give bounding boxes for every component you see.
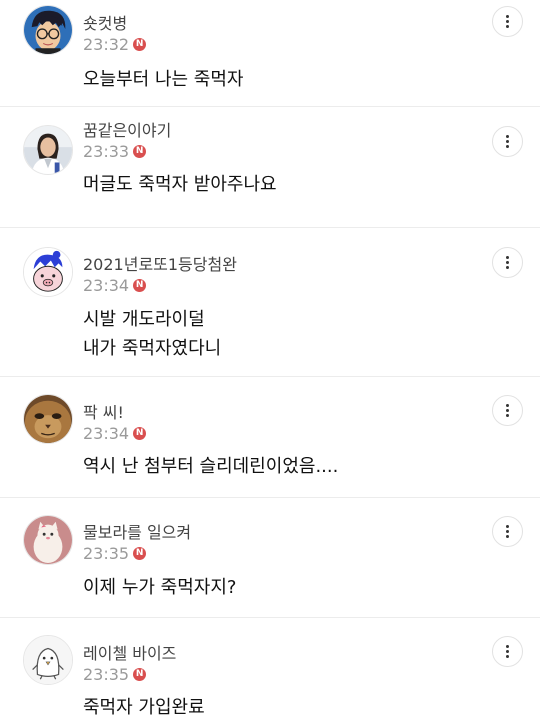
- more-options-button[interactable]: [492, 395, 523, 426]
- more-options-button[interactable]: [492, 247, 523, 278]
- white-cat-plush-avatar-icon: [24, 516, 72, 564]
- comment-time: 23:34: [83, 423, 130, 443]
- comment-author[interactable]: 물보라를 일으켜: [83, 519, 191, 543]
- ellipsis-dot: [506, 414, 509, 417]
- comment-time: 23:34: [83, 275, 130, 295]
- comment-text: 머글도 죽먹자 받아주나요: [83, 174, 277, 195]
- ellipsis-dot: [506, 266, 509, 269]
- ellipsis-dot: [506, 650, 509, 653]
- comment-meta: 23:32 N: [83, 34, 147, 54]
- comment-text: 죽먹자 가입완료: [83, 697, 205, 718]
- comment-text: 오늘부터 나는 죽먹자: [83, 69, 244, 90]
- ellipsis-dot: [506, 140, 509, 143]
- ellipsis-dot: [506, 25, 509, 28]
- user-avatar[interactable]: [23, 394, 73, 444]
- comment-text: 이제 누가 죽먹자지?: [83, 577, 237, 598]
- ellipsis-dot: [506, 20, 509, 23]
- comment-meta: 23:34 N: [83, 275, 147, 295]
- comment-item: 레이첼 바이즈 23:35 N 죽먹자 가입완료: [0, 618, 540, 725]
- new-badge-icon: N: [133, 144, 147, 158]
- user-avatar[interactable]: [23, 247, 73, 297]
- more-options-button[interactable]: [492, 6, 523, 37]
- vertical-ellipsis-icon: [506, 256, 509, 259]
- ellipsis-dot: [506, 261, 509, 264]
- ellipsis-dot: [506, 530, 509, 533]
- comment-text: 시발 개도라이덜 내가 죽먹자였다니: [83, 309, 222, 359]
- ellipsis-dot: [506, 409, 509, 412]
- comment-author[interactable]: 레이첼 바이즈: [83, 640, 176, 664]
- ellipsis-dot: [506, 655, 509, 658]
- comment-time: 23:32: [83, 34, 130, 54]
- vertical-ellipsis-icon: [506, 135, 509, 138]
- new-badge-icon: N: [133, 278, 147, 292]
- woman-photo-avatar-icon: [24, 126, 72, 174]
- user-avatar[interactable]: [23, 5, 73, 55]
- new-badge-icon: N: [133, 546, 147, 560]
- comment-author[interactable]: 팍 씨!: [83, 399, 124, 423]
- new-badge-icon: N: [133, 667, 147, 681]
- comment-item: 숏컷병 23:32 N 오늘부터 나는 죽먹자: [0, 0, 540, 107]
- user-avatar[interactable]: [23, 515, 73, 565]
- vertical-ellipsis-icon: [506, 645, 509, 648]
- comment-meta: 23:35 N: [83, 543, 147, 563]
- comment-meta: 23:33 N: [83, 141, 147, 161]
- comment-time: 23:35: [83, 543, 130, 563]
- comment-text: 역시 난 첨부터 슬리데린이었음....: [83, 456, 339, 477]
- cartoon-pig-avatar-icon: [24, 248, 72, 296]
- comment-author[interactable]: 꿈같은이야기: [83, 117, 171, 141]
- user-avatar[interactable]: [23, 635, 73, 685]
- anime-glasses-avatar-icon: [24, 6, 72, 54]
- comment-meta: 23:34 N: [83, 423, 147, 443]
- ellipsis-dot: [506, 535, 509, 538]
- comment-time: 23:35: [83, 664, 130, 684]
- more-options-button[interactable]: [492, 636, 523, 667]
- comment-list: 숏컷병 23:32 N 오늘부터 나는 죽먹자 꿈같은이야기 23:33 N 머…: [0, 0, 540, 725]
- ellipsis-dot: [506, 145, 509, 148]
- comment-item: 팍 씨! 23:34 N 역시 난 첨부터 슬리데린이었음....: [0, 377, 540, 498]
- penguin-doodle-avatar-icon: [24, 636, 72, 684]
- comment-author[interactable]: 숏컷병: [83, 10, 127, 34]
- comment-item: 2021년로또1등당첨완 23:34 N 시발 개도라이덜 내가 죽먹자였다니: [0, 228, 540, 377]
- user-avatar[interactable]: [23, 125, 73, 175]
- cat-face-avatar-icon: [24, 395, 72, 443]
- vertical-ellipsis-icon: [506, 404, 509, 407]
- vertical-ellipsis-icon: [506, 525, 509, 528]
- comment-meta: 23:35 N: [83, 664, 147, 684]
- new-badge-icon: N: [133, 37, 147, 51]
- comment-item: 물보라를 일으켜 23:35 N 이제 누가 죽먹자지?: [0, 498, 540, 618]
- comment-item: 꿈같은이야기 23:33 N 머글도 죽먹자 받아주나요: [0, 107, 540, 228]
- vertical-ellipsis-icon: [506, 15, 509, 18]
- new-badge-icon: N: [133, 426, 147, 440]
- more-options-button[interactable]: [492, 516, 523, 547]
- comment-author[interactable]: 2021년로또1등당첨완: [83, 251, 237, 275]
- comment-time: 23:33: [83, 141, 130, 161]
- more-options-button[interactable]: [492, 126, 523, 157]
